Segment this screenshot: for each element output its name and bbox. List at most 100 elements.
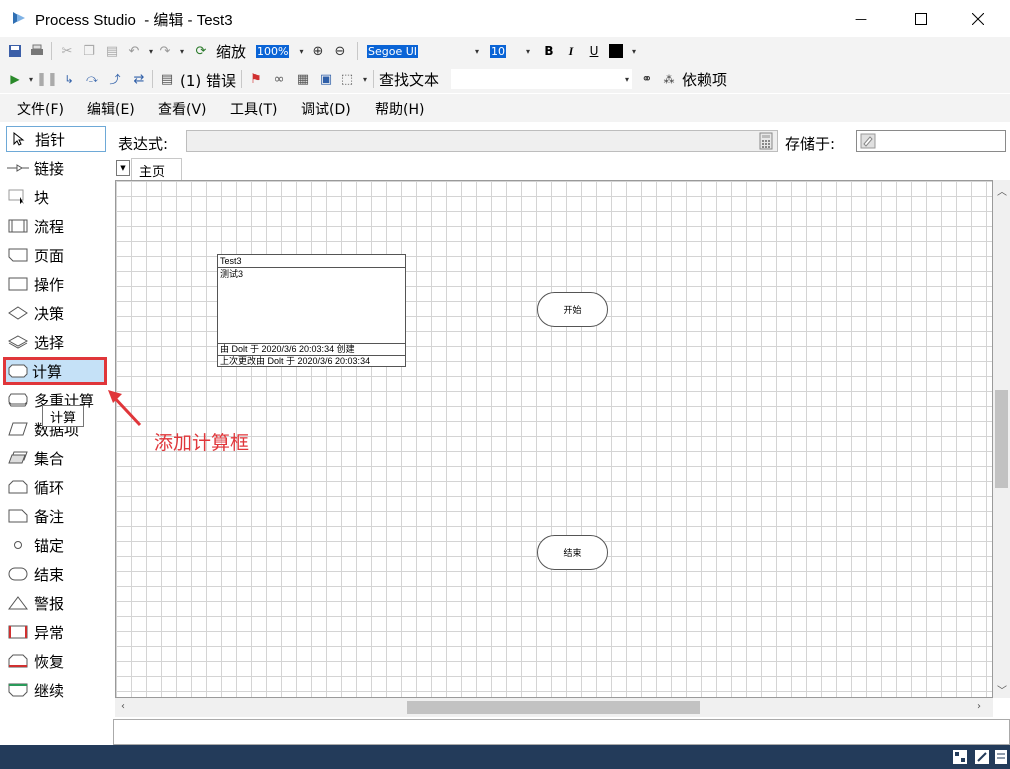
- page-list-dropdown[interactable]: ▼: [116, 160, 130, 176]
- process-info-title: Test3: [218, 255, 405, 268]
- select-dropdown[interactable]: ▾: [356, 70, 374, 88]
- expression-input[interactable]: [186, 130, 778, 152]
- calculator-icon[interactable]: [757, 132, 775, 150]
- step-over-button[interactable]: ⤼: [83, 70, 101, 88]
- palette-item-pointer[interactable]: 指针: [6, 126, 106, 152]
- underline-button[interactable]: U: [585, 42, 603, 60]
- tab-main-page[interactable]: 主页: [131, 158, 182, 180]
- close-button[interactable]: [955, 0, 1001, 38]
- font-color-button[interactable]: [607, 42, 625, 60]
- palette-item-resume[interactable]: 继续: [6, 677, 106, 703]
- table-icon: ▦: [296, 71, 310, 87]
- status-grid-icon[interactable]: [952, 749, 968, 765]
- zoom-in-button[interactable]: ⊕: [309, 42, 327, 60]
- find-button[interactable]: ⚭: [638, 70, 656, 88]
- vertical-scroll-thumb[interactable]: [995, 390, 1008, 488]
- zoom-value: 100%: [256, 44, 290, 58]
- redo-dropdown[interactable]: ▾: [173, 42, 191, 60]
- copy-button[interactable]: ❐: [80, 42, 98, 60]
- pause-button[interactable]: ❚❚: [36, 70, 58, 88]
- undo-button[interactable]: ↶: [125, 42, 143, 60]
- status-edit-icon[interactable]: [974, 749, 990, 765]
- palette-item-note[interactable]: 备注: [6, 503, 106, 529]
- font-size-value: 10: [490, 44, 506, 58]
- palette-item-link[interactable]: 链接: [6, 155, 106, 181]
- paste-button[interactable]: ▤: [103, 42, 121, 60]
- process-icon: [6, 217, 30, 235]
- object-button[interactable]: ▦: [294, 70, 312, 88]
- process-info-box[interactable]: Test3 测试3 由 Dolt 于 2020/3/6 20:03:34 创建 …: [217, 254, 406, 367]
- window-icon: ▣: [319, 71, 333, 87]
- palette-item-loop[interactable]: 循环: [6, 474, 106, 500]
- toolbar-separator: [373, 70, 374, 88]
- menu-edit[interactable]: 编辑(E): [87, 99, 135, 119]
- store-in-label: 存储于:: [785, 135, 836, 153]
- bottom-input-area[interactable]: [113, 719, 1010, 745]
- breakpoint-button[interactable]: ⚑: [247, 70, 265, 88]
- layout-button[interactable]: ▣: [317, 70, 335, 88]
- step-button[interactable]: ↳: [60, 70, 78, 88]
- paste-icon: ▤: [105, 43, 119, 59]
- font-color-dropdown[interactable]: ▾: [625, 42, 643, 60]
- horizontal-scroll-thumb[interactable]: [407, 701, 700, 714]
- zoom-out-button[interactable]: ⊖: [331, 42, 349, 60]
- errors-button[interactable]: (1) 错误: [180, 70, 236, 91]
- dropdown-arrow-icon: ▾: [179, 46, 184, 56]
- menu-debug[interactable]: 调试(D): [301, 99, 351, 119]
- palette-item-block[interactable]: 块: [6, 184, 106, 210]
- redo-button[interactable]: ↷: [156, 42, 174, 60]
- scroll-down-arrow-icon[interactable]: ﹀: [997, 682, 1007, 697]
- scroll-right-arrow-icon[interactable]: ›: [977, 701, 981, 712]
- palette-item-end[interactable]: 结束: [6, 561, 106, 587]
- menu-view[interactable]: 查看(V): [158, 99, 207, 119]
- minimize-button[interactable]: —: [838, 0, 884, 38]
- zoom-select[interactable]: 100% ▾: [255, 41, 303, 61]
- errors-icon-button[interactable]: ▤: [158, 70, 176, 88]
- palette-item-label: 计算: [32, 362, 63, 381]
- step-out-button[interactable]: ⤴: [106, 70, 124, 88]
- palette-item-process[interactable]: 流程: [6, 213, 106, 239]
- palette-item-exception[interactable]: 异常: [6, 619, 106, 645]
- bold-button[interactable]: B: [540, 42, 558, 60]
- dependencies-button[interactable]: 依赖项: [682, 69, 727, 90]
- palette-item-collection[interactable]: 集合: [6, 445, 106, 471]
- refresh-button[interactable]: ⟳: [192, 42, 210, 60]
- link-button[interactable]: ∞: [270, 70, 288, 88]
- data-item-tag-icon: [860, 133, 876, 149]
- palette-item-calculation[interactable]: 计算: [3, 357, 107, 385]
- palette-item-alert[interactable]: 警报: [6, 590, 106, 616]
- maximize-button[interactable]: [898, 0, 944, 38]
- save-button[interactable]: [6, 42, 24, 60]
- scroll-up-arrow-icon[interactable]: ︿: [997, 183, 1007, 198]
- palette-item-recover[interactable]: 恢复: [6, 648, 106, 674]
- font-size-select[interactable]: 10 ▾: [489, 41, 533, 61]
- link-icon: [6, 159, 30, 177]
- store-in-input[interactable]: [856, 130, 1006, 152]
- italic-button[interactable]: I: [562, 42, 580, 60]
- vertical-scrollbar[interactable]: ︿ ﹀: [993, 180, 1010, 698]
- find-text-input[interactable]: ▾: [451, 69, 632, 89]
- palette-item-decision[interactable]: 决策: [6, 300, 106, 326]
- palette-item-choice[interactable]: 选择: [6, 329, 106, 355]
- scroll-left-arrow-icon[interactable]: ‹: [121, 701, 125, 712]
- start-stage[interactable]: 开始: [537, 292, 608, 327]
- menu-file[interactable]: 文件(F): [17, 99, 64, 119]
- print-button[interactable]: [28, 42, 46, 60]
- cut-button[interactable]: ✂: [58, 42, 76, 60]
- palette-item-label: 块: [34, 188, 50, 207]
- selection-icon: ⬚: [340, 71, 354, 87]
- menu-help[interactable]: 帮助(H): [375, 99, 424, 119]
- font-select[interactable]: Segoe UI ▾: [366, 41, 482, 61]
- status-pages-icon[interactable]: [994, 749, 1008, 765]
- palette-item-label: 链接: [34, 159, 65, 178]
- palette-item-page[interactable]: 页面: [6, 242, 106, 268]
- horizontal-scrollbar[interactable]: ‹ ›: [115, 698, 993, 717]
- end-stage[interactable]: 结束: [537, 535, 608, 570]
- reset-button[interactable]: ⇄: [130, 70, 148, 88]
- menu-tools[interactable]: 工具(T): [230, 99, 277, 119]
- select-area-button[interactable]: ⬚: [338, 70, 356, 88]
- palette-item-anchor[interactable]: 锚定: [6, 532, 106, 558]
- palette-item-label: 选择: [34, 333, 65, 352]
- palette-item-action[interactable]: 操作: [6, 271, 106, 297]
- print-icon: [31, 44, 43, 55]
